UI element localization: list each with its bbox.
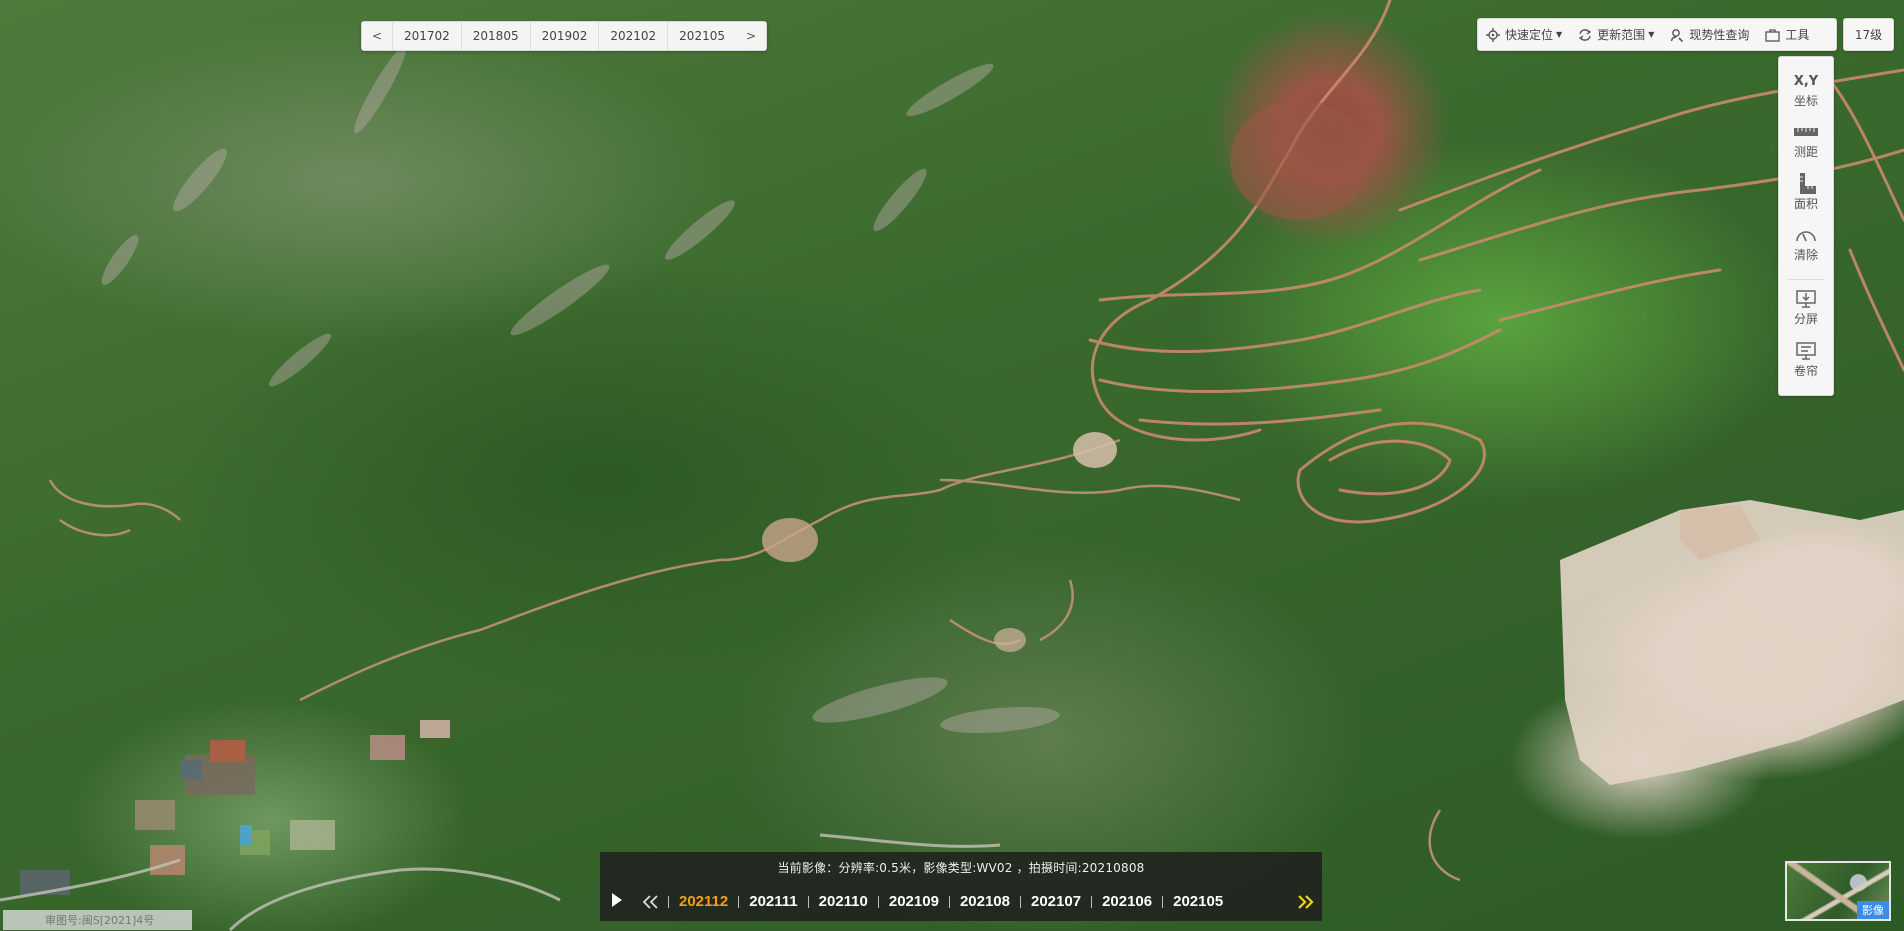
- xy-icon: X,Y: [1793, 73, 1819, 89]
- timeline-date[interactable]: 202105: [1163, 893, 1233, 910]
- refresh-icon: [1578, 28, 1592, 42]
- clear-label: 清除: [1793, 248, 1818, 262]
- caret-down-icon: ▼: [1648, 30, 1655, 39]
- update-range-label: 更新范围: [1597, 28, 1646, 42]
- current-query-label: 现势性查询: [1689, 28, 1750, 42]
- timeline-prev-button[interactable]: [634, 882, 668, 921]
- tools-label: 工具: [1785, 28, 1810, 42]
- update-range-button[interactable]: 更新范围 ▼: [1570, 19, 1662, 50]
- basemap-layer-switcher[interactable]: 影像: [1785, 861, 1891, 921]
- map-approval-number: 审图号:闽S[2021]4号: [3, 910, 193, 930]
- distance-label: 测距: [1793, 145, 1818, 159]
- tool-divider: [1787, 279, 1825, 280]
- satellite-map[interactable]: [0, 0, 1904, 931]
- swipe-tool[interactable]: 卷帘: [1779, 337, 1833, 385]
- period-prev-button[interactable]: <: [362, 22, 392, 50]
- clear-tool[interactable]: 清除: [1779, 221, 1833, 269]
- quick-locate-button[interactable]: 快速定位 ▼: [1478, 19, 1570, 50]
- period-item[interactable]: 202102: [598, 22, 667, 50]
- current-imagery-info: 当前影像：分辨率:0.5米，影像类型:WV02 ，拍摄时间:20210808: [777, 860, 1145, 875]
- current-query-button[interactable]: 现势性查询: [1662, 19, 1757, 50]
- timeline-bar: 202112 202111 202110 202109 202108 20210…: [600, 882, 1322, 921]
- play-icon: [611, 892, 623, 912]
- layer-label: 影像: [1857, 901, 1889, 919]
- period-item[interactable]: 201902: [529, 22, 599, 50]
- timeline-date[interactable]: 202110: [809, 893, 878, 910]
- map-tool-panel: X,Y 坐标 测距 面积 清除 分屏 卷帘: [1778, 56, 1834, 396]
- period-next-button[interactable]: >: [736, 22, 766, 50]
- timeline-date[interactable]: 202111: [739, 893, 807, 910]
- period-item[interactable]: 201702: [392, 22, 461, 50]
- ruler-icon: [1794, 124, 1818, 140]
- period-item[interactable]: 202105: [667, 22, 736, 50]
- top-toolbar: 快速定位 ▼ 更新范围 ▼ 现势性查询 工具: [1477, 18, 1837, 51]
- coordinate-tool[interactable]: X,Y 坐标: [1779, 67, 1833, 115]
- timeline-date[interactable]: 202109: [879, 893, 949, 910]
- person-search-icon: [1670, 28, 1684, 42]
- caret-down-icon: ▼: [1556, 30, 1563, 39]
- map-terrain-features: [0, 0, 1904, 931]
- coordinate-label: 坐标: [1793, 94, 1818, 108]
- quick-locate-label: 快速定位: [1505, 28, 1554, 42]
- imagery-timeline: 当前影像：分辨率:0.5米，影像类型:WV02 ，拍摄时间:20210808 2…: [600, 852, 1322, 921]
- play-button[interactable]: [600, 882, 634, 921]
- timeline-date-strip: 202112 202111 202110 202109 202108 20210…: [668, 882, 1288, 921]
- toolbox-icon: [1765, 28, 1781, 42]
- crosshair-icon: [1486, 27, 1500, 42]
- double-chevron-left-icon: [642, 890, 660, 914]
- distance-tool[interactable]: 测距: [1779, 118, 1833, 166]
- timeline-date[interactable]: 202107: [1021, 893, 1091, 910]
- swipe-label: 卷帘: [1793, 364, 1818, 378]
- timeline-date[interactable]: 202106: [1092, 893, 1162, 910]
- timeline-date[interactable]: 202108: [950, 893, 1020, 910]
- gauge-icon: [1795, 227, 1817, 243]
- area-tool[interactable]: 面积: [1779, 170, 1833, 218]
- area-label: 面积: [1793, 197, 1818, 211]
- tools-button[interactable]: 工具: [1757, 19, 1817, 50]
- timeline-date-active[interactable]: 202112: [669, 893, 738, 910]
- period-item[interactable]: 201805: [460, 22, 530, 50]
- double-chevron-right-icon: [1296, 890, 1314, 914]
- split-screen-icon: [1796, 290, 1816, 308]
- split-screen-tool[interactable]: 分屏: [1779, 285, 1833, 333]
- timeline-next-button[interactable]: [1288, 882, 1322, 921]
- swipe-icon: [1796, 342, 1816, 360]
- area-icon: [1796, 173, 1816, 194]
- imagery-period-bar: < 201702 201805 201902 202102 202105 >: [361, 21, 767, 51]
- zoom-level-indicator: 17级: [1843, 18, 1894, 51]
- split-screen-label: 分屏: [1793, 312, 1818, 326]
